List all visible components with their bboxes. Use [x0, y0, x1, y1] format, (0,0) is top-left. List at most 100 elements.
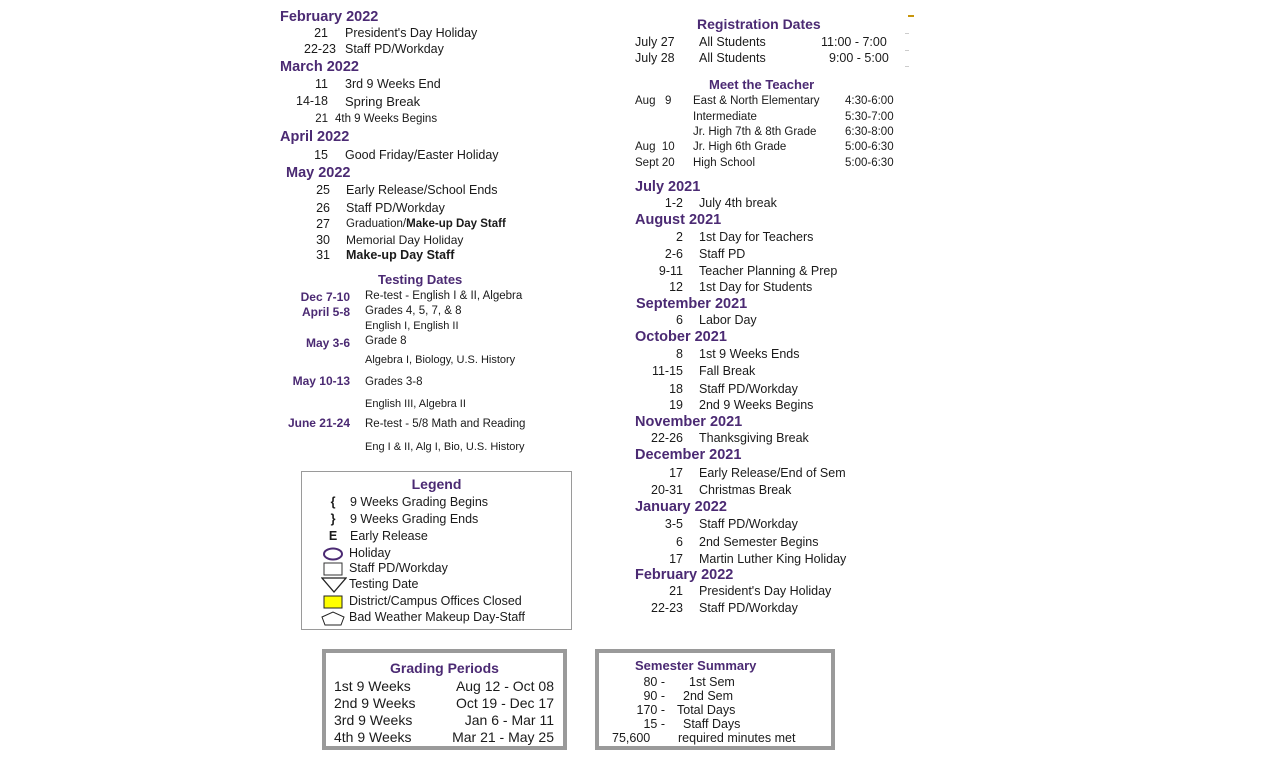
- event-date: 22-26: [651, 431, 683, 445]
- event-text: Staff PD/Workday: [346, 201, 445, 215]
- event-date: 19: [669, 398, 683, 412]
- event-date: 2: [676, 230, 683, 244]
- event-text: 2nd Semester Begins: [699, 535, 819, 549]
- meet-teacher-time: 5:00-6:30: [845, 157, 894, 169]
- event-text: Martin Luther King Holiday: [699, 552, 847, 566]
- event-text: Early Release/End of Sem: [699, 466, 846, 480]
- event-date: 27: [316, 217, 330, 231]
- testing-text: Eng I & II, Alg I, Bio, U.S. History: [365, 441, 525, 453]
- event-text: Early Release/School Ends: [346, 183, 498, 197]
- event-text: Staff PD/Workday: [699, 382, 798, 396]
- event-date: 12: [669, 280, 683, 294]
- grading-periods-title: Grading Periods: [390, 660, 499, 676]
- meet-teacher-who: Jr. High 6th Grade: [693, 141, 787, 153]
- meet-teacher-date: Aug 9: [635, 95, 672, 107]
- meet-teacher-who: High School: [693, 157, 756, 169]
- month-heading: January 2022: [635, 499, 727, 515]
- event-text: Labor Day: [699, 313, 757, 327]
- month-heading: October 2021: [635, 329, 727, 345]
- summary-label: required minutes met: [678, 731, 796, 745]
- event-date: 6: [676, 535, 683, 549]
- testing-text: Re-test - English I & II, Algebra: [365, 290, 523, 302]
- testing-date: May 10-13: [292, 374, 350, 388]
- event-date: 26: [316, 201, 330, 215]
- event-text: 2nd 9 Weeks Begins: [699, 398, 814, 412]
- summary-label: Staff Days: [683, 717, 741, 731]
- month-heading: September 2021: [636, 296, 748, 312]
- event-date: 11-15: [651, 364, 683, 378]
- registration-time: 9:00 - 5:00: [829, 51, 889, 65]
- event-date: 22-23: [651, 601, 683, 615]
- meet-teacher-time: 4:30-6:00: [845, 95, 894, 107]
- testing-text: Grades 3-8: [365, 376, 423, 388]
- month-heading: April 2022: [280, 129, 350, 145]
- event-date: 22-23: [304, 42, 336, 56]
- testing-text: Re-test - 5/8 Math and Reading: [365, 418, 526, 430]
- meet-teacher-time: 6:30-8:00: [845, 126, 894, 138]
- testing-text: Grade 8: [365, 335, 407, 347]
- grading-period-dates: Mar 21 - May 25: [452, 729, 554, 745]
- month-heading: August 2021: [635, 212, 722, 228]
- event-text: Staff PD: [699, 247, 746, 261]
- event-text-bold: Make-up Day Staff: [406, 218, 506, 230]
- event-text: Staff PD/Workday: [345, 42, 444, 56]
- gridline-mark: [905, 66, 909, 67]
- testing-text: English III, Algebra II: [365, 398, 466, 410]
- event-date: 15: [314, 148, 328, 162]
- meet-teacher-title: Meet the Teacher: [709, 77, 815, 92]
- event-text: Memorial Day Holiday: [346, 233, 464, 247]
- event-date: 17: [669, 552, 683, 566]
- meet-teacher-who: Intermediate: [693, 111, 757, 123]
- event-date: 2-6: [664, 247, 683, 261]
- event-text: 1st Day for Students: [699, 280, 813, 294]
- grading-period-name: 1st 9 Weeks: [334, 678, 411, 694]
- testing-date: April 5-8: [301, 305, 350, 319]
- event-date: 21: [669, 584, 683, 598]
- legend-title: Legend: [411, 476, 462, 492]
- gridline-mark: [905, 50, 909, 51]
- summary-value: 15 -: [643, 717, 665, 731]
- grading-period-name: 3rd 9 Weeks: [334, 712, 413, 728]
- event-text: Christmas Break: [699, 483, 792, 497]
- event-date: 31: [316, 248, 330, 262]
- event-date: 25: [316, 183, 330, 197]
- event-text: Staff PD/Workday: [699, 517, 798, 531]
- testing-dates-title: Testing Dates: [378, 272, 463, 287]
- event-date: 11: [315, 77, 328, 91]
- corner-mark: [908, 15, 914, 17]
- grading-period-dates: Aug 12 - Oct 08: [455, 678, 554, 694]
- month-heading: July 2021: [635, 179, 701, 195]
- summary-label: Total Days: [677, 703, 736, 717]
- legend-label: Early Release: [350, 529, 428, 543]
- event-text: President's Day Holiday: [345, 26, 478, 40]
- registration-title: Registration Dates: [697, 16, 821, 32]
- event-date: 9-11: [658, 264, 683, 278]
- meet-teacher-date: Aug 10: [635, 141, 675, 153]
- event-text: 1st 9 Weeks Ends: [699, 347, 800, 361]
- event-text: President's Day Holiday: [699, 584, 832, 598]
- grading-periods-box: Grading Periods 1st 9 Weeks Aug 12 - Oct…: [322, 649, 567, 750]
- legend-label: Testing Date: [349, 577, 419, 591]
- summary-value: 170 -: [636, 703, 666, 717]
- testing-text: Grades 4, 5, 7, & 8: [365, 305, 462, 317]
- legend-box: Legend { 9 Weeks Grading Begins } 9 Week…: [301, 471, 572, 630]
- month-heading: March 2022: [280, 59, 359, 75]
- event-date: 18: [669, 382, 683, 396]
- summary-label: 1st Sem: [689, 675, 735, 689]
- meet-teacher-date: Sept 20: [635, 157, 675, 169]
- triangle-down-icon: [320, 577, 348, 597]
- event-date: 6: [676, 313, 683, 327]
- event-text: 4th 9 Weeks Begins: [335, 113, 438, 125]
- event-text: 1st Day for Teachers: [699, 230, 814, 244]
- event-date: 20-31: [651, 483, 683, 497]
- event-date: 14-18: [296, 94, 328, 108]
- summary-value: 80 -: [643, 675, 665, 689]
- event-text: Staff PD/Workday: [699, 601, 798, 615]
- event-text: Fall Break: [699, 364, 756, 378]
- event-text: July 4th break: [699, 196, 777, 210]
- summary-label: 2nd Sem: [683, 689, 734, 703]
- event-text-bold: Make-up Day Staff: [346, 248, 455, 262]
- testing-date: Dec 7-10: [300, 290, 350, 304]
- registration-who: All Students: [699, 35, 766, 49]
- event-text: Good Friday/Easter Holiday: [345, 148, 499, 162]
